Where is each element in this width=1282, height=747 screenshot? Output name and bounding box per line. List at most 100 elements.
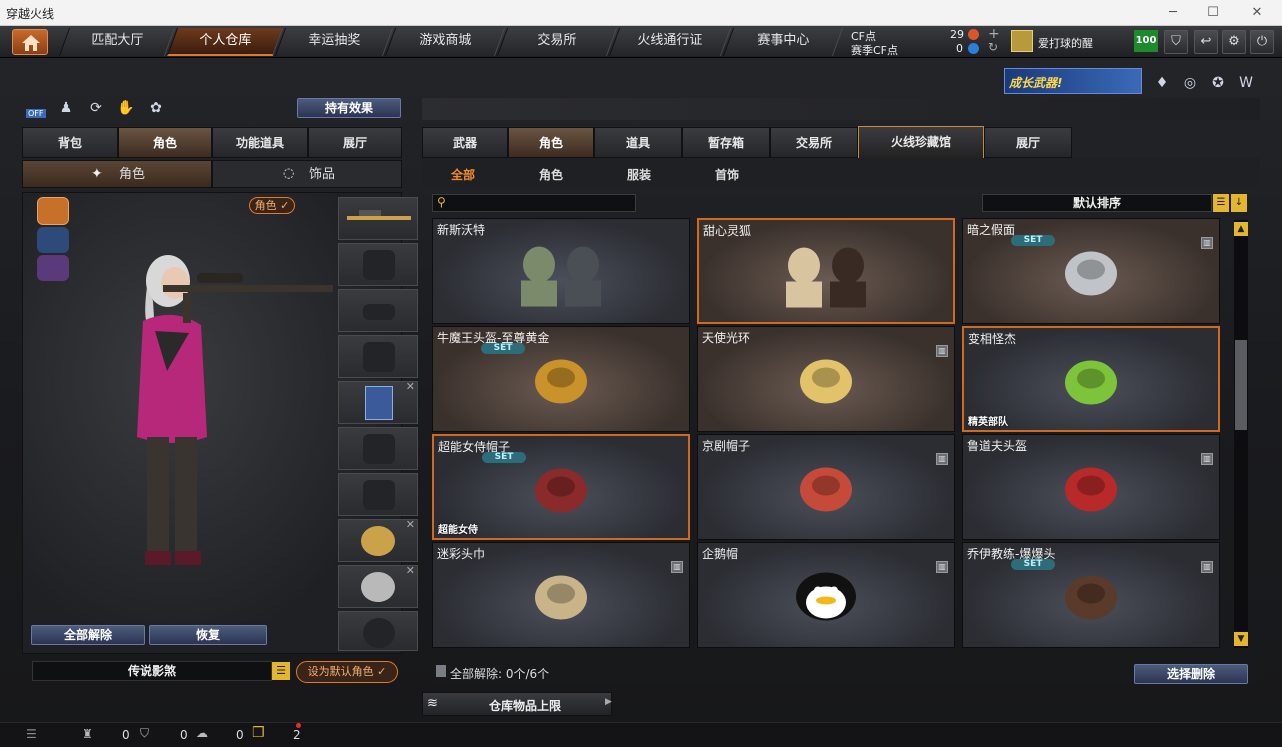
gear-icon[interactable]: ⚙ bbox=[1222, 30, 1246, 54]
nav-tab-exchange[interactable]: 交易所 bbox=[496, 28, 618, 56]
search-input[interactable] bbox=[453, 196, 633, 210]
slot-head[interactable] bbox=[338, 243, 418, 286]
left-tab-gallery[interactable]: 展厅 bbox=[308, 127, 402, 158]
storage-limit-bar[interactable]: ≋ 仓库物品上限 ▶ bbox=[422, 692, 612, 716]
trash-icon[interactable]: ▥ bbox=[936, 345, 948, 357]
character-name-field[interactable]: 传说影煞 bbox=[32, 661, 272, 681]
shield-status-icon[interactable]: ⛉ bbox=[140, 726, 149, 741]
inv-tab-weapons[interactable]: 武器 bbox=[422, 127, 508, 158]
chat-icon[interactable]: ☁ bbox=[196, 726, 208, 740]
left-tab-functional-items[interactable]: 功能道具 bbox=[212, 127, 308, 158]
owned-effects-button[interactable]: 持有效果 bbox=[297, 98, 401, 118]
trash-icon[interactable]: ▥ bbox=[671, 561, 683, 573]
item-card[interactable]: 天使光环 ▥ bbox=[697, 326, 955, 432]
trash-icon[interactable]: ▥ bbox=[1201, 561, 1213, 573]
inv-tab-gallery[interactable]: 展厅 bbox=[984, 127, 1072, 158]
nav-tab-lottery[interactable]: 幸运抽奖 bbox=[274, 28, 394, 56]
list-icon[interactable]: ☰ bbox=[272, 662, 290, 680]
search-field[interactable]: ⚲ bbox=[432, 194, 636, 212]
inv-tab-items[interactable]: 道具 bbox=[594, 127, 682, 158]
inv-tab-temp-box[interactable]: 暂存箱 bbox=[682, 127, 770, 158]
gift-icon[interactable]: ❒ bbox=[252, 725, 265, 741]
remove-icon[interactable]: ✕ bbox=[406, 518, 415, 531]
item-card[interactable]: 迷彩头巾 ▥ bbox=[432, 542, 690, 648]
menu-icon[interactable]: ☰ bbox=[26, 727, 37, 741]
item-card[interactable]: 乔伊教练-爆爆头 SET ▥ bbox=[962, 542, 1220, 648]
pose-icon[interactable]: ✋ bbox=[114, 97, 138, 119]
slot-ornament-3[interactable] bbox=[338, 611, 418, 651]
maximize-button[interactable]: ☐ bbox=[1198, 3, 1228, 23]
set-default-character-button[interactable]: 设为默认角色 ✓ bbox=[296, 661, 398, 683]
inv-tab-treasure-hall[interactable]: 火线珍藏馆 bbox=[858, 126, 984, 158]
filter-clothing[interactable]: 服装 bbox=[627, 166, 651, 183]
sort-direction-icon[interactable]: ↓ bbox=[1231, 194, 1247, 212]
team-icon[interactable]: ♟ bbox=[54, 97, 78, 119]
slot-ornament-1[interactable]: ✕ bbox=[338, 518, 418, 562]
scroll-up-icon[interactable]: ▲ bbox=[1234, 222, 1248, 236]
slot-ornament-2[interactable]: ✕ bbox=[338, 564, 418, 608]
filter-all[interactable]: 全部 bbox=[451, 166, 475, 183]
inv-tab-exchange[interactable]: 交易所 bbox=[770, 127, 858, 158]
item-card[interactable]: 超能女侍帽子 SET 超能女侍 bbox=[432, 434, 690, 540]
minimize-button[interactable]: ─ bbox=[1158, 3, 1188, 23]
item-card[interactable]: 牛魔王头盔-至尊黄金 SET bbox=[432, 326, 690, 432]
shield-icon[interactable]: ⛉ bbox=[1164, 30, 1188, 54]
power-icon[interactable]: ⏻ bbox=[1250, 30, 1274, 54]
remove-icon[interactable]: ✕ bbox=[406, 564, 415, 577]
slot-body[interactable] bbox=[338, 335, 418, 378]
remove-icon[interactable]: ✕ bbox=[406, 380, 415, 393]
left-tab-character[interactable]: 角色 bbox=[118, 127, 212, 158]
filter-jewelry[interactable]: 首饰 bbox=[715, 166, 739, 183]
trash-icon[interactable]: ▥ bbox=[936, 453, 948, 465]
left-tab-backpack[interactable]: 背包 bbox=[22, 127, 118, 158]
wing-icon[interactable]: W bbox=[1234, 72, 1258, 94]
inv-tab-character[interactable]: 角色 bbox=[508, 127, 594, 158]
nav-tab-shop[interactable]: 游戏商城 bbox=[384, 28, 506, 56]
slot-eyes[interactable] bbox=[338, 289, 418, 332]
list-view-icon[interactable]: ☰ bbox=[1213, 194, 1229, 212]
target-icon[interactable]: ◎ bbox=[1178, 72, 1202, 94]
slot-back[interactable]: ✕ bbox=[338, 380, 418, 424]
close-button[interactable]: ✕ bbox=[1242, 3, 1272, 23]
slot-waist[interactable] bbox=[338, 473, 418, 516]
growth-weapon-banner[interactable]: 成长武器! bbox=[1004, 68, 1142, 94]
filter-character[interactable]: 角色 bbox=[539, 166, 563, 183]
badge-icon[interactable]: ♦ bbox=[1150, 72, 1174, 94]
refresh-icon[interactable]: ↻ bbox=[988, 40, 998, 54]
trash-icon[interactable]: ▥ bbox=[1201, 453, 1213, 465]
item-card[interactable]: 暗之假面 SET ▥ bbox=[962, 218, 1220, 324]
restore-button[interactable]: 恢复 bbox=[149, 625, 267, 645]
slot-chest[interactable] bbox=[338, 427, 418, 470]
back-icon[interactable]: ↩ bbox=[1194, 30, 1218, 54]
nav-tab-events[interactable]: 赛事中心 bbox=[722, 28, 844, 56]
item-card[interactable]: 新斯沃特 bbox=[432, 218, 690, 324]
item-card[interactable]: 变相怪杰 精英部队 bbox=[962, 326, 1220, 432]
unequip-all-button[interactable]: 全部解除 bbox=[31, 625, 145, 645]
item-scrollbar[interactable]: ▲ ▼ bbox=[1234, 220, 1248, 648]
item-card[interactable]: 鲁道夫头盔 ▥ bbox=[962, 434, 1220, 540]
emblem-icon[interactable]: ✪ bbox=[1206, 72, 1230, 94]
rotate-icon[interactable]: ⟳ bbox=[84, 97, 108, 119]
home-button[interactable] bbox=[12, 29, 48, 55]
subtab-character[interactable]: ✦ 角色 bbox=[22, 160, 212, 188]
nav-tab-storage[interactable]: 个人仓库 bbox=[166, 28, 284, 56]
slot-primary-weapon[interactable] bbox=[338, 197, 418, 240]
wing-slot-icon[interactable] bbox=[37, 255, 69, 281]
trash-icon[interactable]: ▥ bbox=[936, 561, 948, 573]
scroll-thumb[interactable] bbox=[1235, 340, 1247, 430]
nav-tab-pass[interactable]: 火线通行证 bbox=[608, 28, 732, 56]
scroll-down-icon[interactable]: ▼ bbox=[1234, 632, 1248, 646]
trash-icon[interactable]: ▥ bbox=[1201, 237, 1213, 249]
item-card[interactable]: 甜心灵狐 bbox=[697, 218, 955, 324]
item-card[interactable]: 企鹅帽 ▥ bbox=[697, 542, 955, 648]
sort-dropdown[interactable]: 默认排序 bbox=[982, 194, 1212, 212]
item-card[interactable]: 京剧帽子 ▥ bbox=[697, 434, 955, 540]
nav-tab-lobby[interactable]: 匹配大厅 bbox=[58, 28, 176, 56]
toggle-off-icon[interactable]: OFF bbox=[26, 99, 48, 119]
role-avatar-icon[interactable] bbox=[37, 197, 69, 225]
friends-icon[interactable]: ♜ bbox=[82, 727, 93, 741]
pet-icon[interactable]: ✿ bbox=[144, 97, 168, 119]
subtab-accessory[interactable]: ◌ 饰品 bbox=[212, 160, 402, 188]
select-delete-button[interactable]: 选择删除 bbox=[1134, 664, 1248, 684]
mask-icon[interactable] bbox=[37, 227, 69, 253]
